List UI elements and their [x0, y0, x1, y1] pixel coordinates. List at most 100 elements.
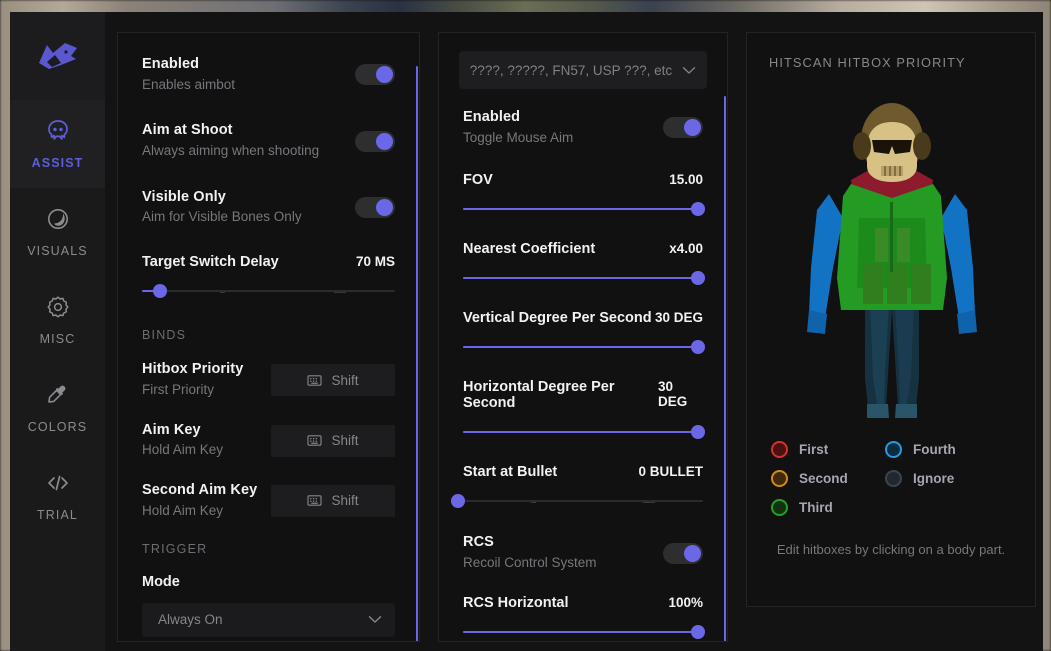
legend-item-ignore[interactable]: Ignore [885, 470, 1035, 487]
code-icon [47, 475, 68, 491]
legend-label: Third [799, 500, 833, 515]
sidebar-item-assist[interactable]: ASSIST [10, 100, 105, 188]
setting-subtitle: Enables aimbot [142, 76, 236, 92]
setting-title: Enabled [142, 56, 200, 72]
setting-row-enabled: Enabled Enables aimbot [142, 55, 395, 94]
slider-fill [463, 277, 699, 280]
toggle-visible-only[interactable] [355, 197, 395, 219]
slider-start-at-bullet[interactable] [451, 494, 703, 509]
slider-nearest-coefficient[interactable] [463, 271, 706, 286]
weapon-select-dropdown[interactable]: ????, ?????, FN57, USP ???, etc [459, 51, 707, 89]
rig-mag-1 [875, 228, 888, 262]
eye-moon-icon [47, 209, 68, 229]
bind-button-second-aim-key[interactable]: Shift [271, 484, 395, 517]
assist-scrollbar[interactable] [416, 66, 418, 641]
gear-icon [46, 296, 69, 318]
bind-button-hitbox-priority[interactable]: Shift [271, 364, 395, 397]
sidebar-item-label: MISC [39, 332, 76, 346]
hitbox-left-hand[interactable] [807, 310, 827, 334]
slider-thumb[interactable] [691, 271, 706, 286]
toggle-knob [376, 66, 393, 84]
legend-item-third[interactable]: Third [771, 499, 885, 516]
slider-fill [463, 208, 699, 211]
hitbox-legend: First Fourth Second Ignore Third [747, 423, 1035, 516]
slider-row-vertical-degree: Vertical Degree Per Second 30 DEG [463, 310, 706, 355]
app-logo[interactable] [10, 12, 105, 100]
slider-thumb[interactable] [691, 425, 706, 440]
sidebar-item-misc[interactable]: MISC [10, 276, 105, 364]
legend-dot-fourth [885, 441, 902, 458]
sidebar-item-label: VISUALS [27, 244, 88, 258]
slider-label: Start at Bullet [463, 464, 558, 481]
mode-label: Mode [142, 573, 180, 590]
slider-tick [220, 292, 226, 294]
keyboard-icon [307, 435, 323, 446]
hitbox-left-arm[interactable] [809, 194, 843, 318]
slider-thumb[interactable] [451, 494, 465, 509]
slider-fov[interactable] [463, 202, 706, 217]
slider-value: x4.00 [669, 241, 703, 257]
sidebar-item-visuals[interactable]: VISUALS [10, 188, 105, 276]
sidebar-item-trial[interactable]: TRIAL [10, 452, 105, 540]
section-trigger: TRIGGER [142, 541, 208, 556]
hitbox-left-foot[interactable] [867, 404, 889, 418]
slider-thumb[interactable] [691, 202, 706, 217]
legend-item-second[interactable]: Second [771, 470, 885, 487]
slider-row-horizontal-degree: Horizontal Degree Per Second 30 DEG [463, 379, 706, 440]
bind-subtitle: First Priority [142, 381, 214, 397]
sidebar-item-colors[interactable]: COLORS [10, 364, 105, 452]
legend-dot-third [771, 499, 788, 516]
hitbox-right-foot[interactable] [895, 404, 917, 418]
slider-horizontal-degree-per-second[interactable] [463, 425, 706, 440]
rig-pouch-3 [911, 264, 931, 304]
section-binds: BINDS [142, 328, 187, 343]
legend-label: First [799, 442, 829, 457]
slider-fill [463, 630, 699, 633]
slider-label: Target Switch Delay [142, 254, 279, 271]
rig-pouch-1 [863, 264, 883, 304]
toggle-rcs[interactable] [663, 542, 703, 564]
slider-row-nearest-coefficient: Nearest Coefficient x4.00 [463, 241, 706, 286]
slider-rcs-horizontal[interactable] [463, 624, 706, 639]
bind-button-aim-key[interactable]: Shift [271, 424, 395, 457]
toggle-knob [684, 544, 701, 562]
toggle-enabled[interactable] [355, 64, 395, 86]
character-model[interactable] [747, 78, 1035, 423]
setting-subtitle: Aim for Visible Bones Only [142, 209, 302, 225]
bind-title: Second Aim Key [142, 482, 258, 499]
slider-vertical-degree-per-second[interactable] [463, 340, 706, 355]
hitbox-priority-panel: HITSCAN HITBOX PRIORITY First Fourth Sec… [746, 32, 1036, 607]
slider-thumb[interactable] [691, 340, 706, 355]
toggle-knob [376, 199, 393, 217]
content-area: Enabled Enables aimbot Aim at Shoot Alwa… [105, 12, 1043, 651]
chevron-down-icon [682, 66, 696, 74]
legend-item-fourth[interactable]: Fourth [885, 441, 1035, 458]
toggle-knob [684, 119, 701, 137]
toggle-aim-at-shoot[interactable] [355, 130, 395, 152]
slider-target-switch-delay[interactable] [142, 284, 395, 299]
slider-row-start-at-bullet: Start at Bullet 0 BULLET [451, 464, 703, 509]
slider-label: FOV [463, 172, 493, 189]
hitbox-right-arm[interactable] [941, 194, 975, 318]
slider-thumb[interactable] [691, 624, 706, 639]
toggle-mouse-aim-enabled[interactable] [663, 117, 703, 139]
legend-item-first[interactable]: First [771, 441, 885, 458]
slider-fill [463, 346, 699, 349]
setting-title: Visible Only [142, 188, 226, 205]
slider-label: Nearest Coefficient [463, 241, 596, 258]
hitbox-right-hand[interactable] [957, 310, 977, 334]
headphone-left [853, 132, 871, 160]
legend-dot-ignore [885, 470, 902, 487]
legend-label: Fourth [913, 442, 956, 457]
trigger-scrollbar[interactable] [724, 96, 726, 641]
slider-thumb[interactable] [152, 284, 167, 299]
bind-key-label: Shift [331, 433, 359, 449]
mode-dropdown[interactable]: Always On [142, 602, 395, 637]
setting-title: RCS [463, 534, 494, 551]
bind-row-aim-key: Aim Key Hold Aim Key Shift [142, 421, 395, 460]
slider-value: 30 DEG [654, 310, 703, 326]
hitbox-character-svg[interactable] [747, 78, 1036, 423]
setting-title: Enabled [463, 109, 521, 125]
sidebar-item-label: COLORS [27, 420, 88, 434]
sidebar: ASSIST VISUALS MISC COLORS TRIAL [10, 12, 105, 651]
